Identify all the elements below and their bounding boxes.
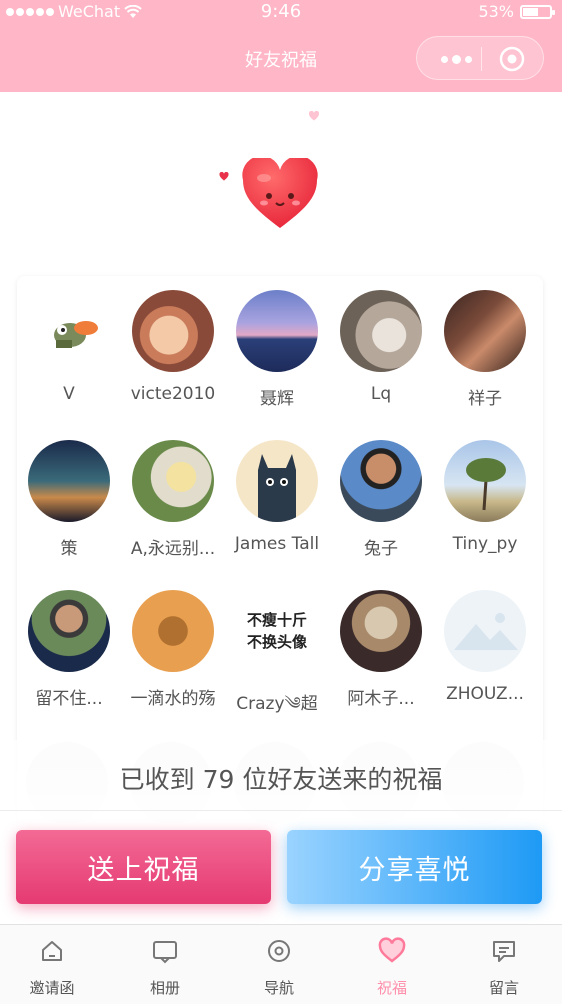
heart-mascot-icon xyxy=(242,158,318,228)
tab-label: 邀请函 xyxy=(29,979,75,997)
friend-name: James Tall xyxy=(234,534,320,554)
friend-item[interactable]: James Tall xyxy=(225,440,329,554)
avatar-text: 不换头像 xyxy=(246,633,307,651)
friend-item[interactable]: 策 xyxy=(17,440,121,559)
battery-icon xyxy=(520,4,555,19)
nav-bar: 好友祝福 xyxy=(0,24,562,92)
tab-label: 相册 xyxy=(149,979,180,997)
friend-name: ZHOUZ... xyxy=(446,684,524,704)
status-bar: WeChat 9:46 53% xyxy=(0,0,562,24)
home-icon xyxy=(42,941,62,961)
send-blessing-button[interactable]: 送上祝福 xyxy=(16,830,271,904)
friend-name: 策 xyxy=(60,539,78,559)
tab-label: 留言 xyxy=(488,979,519,997)
blessing-summary: 已收到 79 位好友送来的祝福 xyxy=(0,760,562,796)
tab-message[interactable]: 留言 xyxy=(452,937,556,998)
miniprogram-capsule xyxy=(416,36,544,80)
divider xyxy=(0,810,562,811)
friend-item[interactable]: A,永远别... xyxy=(121,440,225,559)
friend-name: 留不住... xyxy=(35,689,103,709)
avatar xyxy=(236,290,318,372)
friend-item[interactable]: Tiny_py xyxy=(433,440,537,554)
friend-name: Tiny_py xyxy=(452,534,518,554)
summary-suffix: 位好友送来的祝福 xyxy=(242,765,443,794)
friend-name: 兔子 xyxy=(364,539,398,559)
friend-item[interactable]: 聂辉 xyxy=(225,290,329,409)
avatar xyxy=(28,590,110,672)
friend-name: V xyxy=(63,384,75,404)
friend-name: 祥子 xyxy=(468,389,502,409)
friend-item[interactable]: 兔子 xyxy=(329,440,433,559)
friend-name: 聂辉 xyxy=(260,389,294,409)
heart-icon xyxy=(378,937,406,963)
avatar xyxy=(28,290,110,372)
friend-item[interactable]: ZHOUZ... xyxy=(433,590,537,704)
more-button[interactable] xyxy=(431,45,481,73)
close-miniprogram-icon[interactable] xyxy=(499,46,525,72)
avatar xyxy=(132,590,214,672)
avatar-text: 不瘦十斤 xyxy=(246,611,307,629)
friend-name: 阿木子... xyxy=(347,689,415,709)
friend-item[interactable]: 阿木子... xyxy=(329,590,433,709)
share-joy-button[interactable]: 分享喜悦 xyxy=(287,830,542,904)
friend-item[interactable]: 不瘦十斤 不换头像 Crazy༄超 xyxy=(225,590,329,732)
avatar xyxy=(340,590,422,672)
avatar xyxy=(444,590,526,672)
friend-name: 一滴水的殇 xyxy=(130,689,216,709)
avatar xyxy=(132,440,214,522)
friend-item[interactable]: 祥子 xyxy=(433,290,537,409)
tab-label: 导航 xyxy=(263,979,294,997)
avatar xyxy=(444,440,526,522)
friend-name: A,永远别... xyxy=(130,539,216,559)
message-icon xyxy=(493,941,515,962)
summary-prefix: 已收到 xyxy=(119,765,195,794)
friend-item[interactable]: victe2010 xyxy=(121,290,225,404)
avatar xyxy=(28,440,110,522)
friend-name: victe2010 xyxy=(130,384,216,404)
small-heart-icon xyxy=(219,172,229,181)
battery-fill xyxy=(523,7,538,16)
tab-navigation[interactable]: 导航 xyxy=(227,937,331,998)
small-heart-icon xyxy=(308,111,320,121)
battery-percent: 53% xyxy=(478,2,514,21)
avatar xyxy=(340,290,422,372)
blessing-count: 79 xyxy=(202,765,235,794)
avatar: 不瘦十斤 不换头像 xyxy=(236,590,318,672)
capsule-divider xyxy=(481,47,482,71)
avatar xyxy=(236,440,318,522)
tab-label: 祝福 xyxy=(376,979,407,997)
tab-invitation[interactable]: 邀请函 xyxy=(0,937,104,998)
avatar xyxy=(340,440,422,522)
tab-blessing[interactable]: 祝福 xyxy=(340,937,444,998)
location-icon xyxy=(268,940,290,962)
avatar xyxy=(132,290,214,372)
battery-group: 53% xyxy=(478,2,555,21)
friend-name: Lq xyxy=(370,384,392,404)
album-icon xyxy=(153,941,177,964)
friend-item[interactable]: 一滴水的殇 xyxy=(121,590,225,709)
friend-item[interactable]: 留不住... xyxy=(17,590,121,709)
friend-name: Crazy༄超 xyxy=(236,694,318,714)
friend-item[interactable]: V xyxy=(17,290,121,404)
tab-bar: 邀请函 相册 导航 祝福 留言 xyxy=(0,924,562,1004)
friend-item[interactable]: Lq xyxy=(329,290,433,404)
avatar xyxy=(444,290,526,372)
tab-album[interactable]: 相册 xyxy=(113,937,217,998)
